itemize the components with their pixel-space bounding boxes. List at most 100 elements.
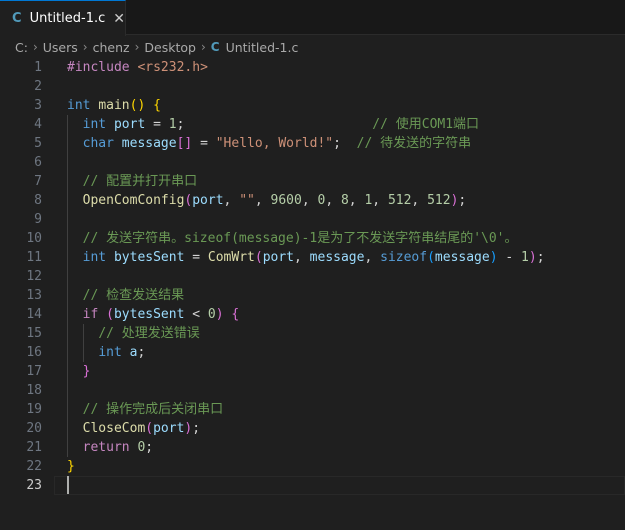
code-token: // 操作完成后关闭串口 xyxy=(82,402,224,417)
code-line[interactable]: 10 // 发送字符串。sizeof(message)-1是为了不发送字符串结尾… xyxy=(0,229,625,248)
code-text: if (bytesSent < 0) { xyxy=(67,305,240,324)
code-text: return 0; xyxy=(67,438,153,457)
code-token: port xyxy=(113,117,146,132)
code-line[interactable]: 17 } xyxy=(0,362,625,381)
line-number: 9 xyxy=(34,212,42,227)
code-token: [] xyxy=(176,136,193,151)
breadcrumb-item-chenz[interactable]: chenz xyxy=(93,40,130,55)
code-line[interactable]: 19 // 操作完成后关闭串口 xyxy=(0,400,625,419)
code-token: { xyxy=(231,307,240,322)
code-line[interactable]: 9 xyxy=(0,210,625,229)
code-token: ; xyxy=(333,136,357,151)
code-token: int xyxy=(67,98,91,113)
code-token: = xyxy=(184,250,208,265)
code-line[interactable]: 15 // 处理发送错误 xyxy=(0,324,625,343)
code-line[interactable]: 5 char message[] = "Hello, World!"; // 待… xyxy=(0,134,625,153)
code-line[interactable]: 4 int port = 1; // 使用COM1端口 xyxy=(0,115,625,134)
code-line[interactable]: 12 xyxy=(0,267,625,286)
code-token: , xyxy=(372,193,388,208)
breadcrumb-item-desktop[interactable]: Desktop xyxy=(144,40,196,55)
breadcrumb-item-users[interactable]: Users xyxy=(43,40,78,55)
code-line[interactable]: 2 xyxy=(0,77,625,96)
tab-untitled-1-c[interactable]: C Untitled-1.c ✕ xyxy=(0,0,126,36)
code-text: int a; xyxy=(67,343,145,362)
code-token: 8 xyxy=(340,193,349,208)
code-token: ( xyxy=(106,307,114,322)
code-token: #include xyxy=(67,60,138,75)
code-line[interactable]: 11 int bytesSent = ComWrt(port, message,… xyxy=(0,248,625,267)
line-number: 4 xyxy=(34,117,42,132)
code-line[interactable]: 18 xyxy=(0,381,625,400)
code-token: message xyxy=(434,250,490,265)
code-token: // 检查发送结果 xyxy=(82,288,185,303)
line-number: 7 xyxy=(34,174,42,189)
code-token: // 配置并打开串口 xyxy=(82,174,198,189)
breadcrumb-item-file[interactable]: Untitled-1.c xyxy=(226,40,299,55)
code-line[interactable]: 23 xyxy=(0,476,625,495)
code-token: { xyxy=(153,98,161,113)
code-text: OpenComConfig(port, "", 9600, 0, 8, 1, 5… xyxy=(67,191,467,210)
code-text: int bytesSent = ComWrt(port, message, si… xyxy=(67,248,545,267)
code-token: ; xyxy=(137,345,146,360)
code-text: // 操作完成后关闭串口 xyxy=(67,400,223,419)
chevron-right-icon: › xyxy=(82,40,88,54)
line-number: 20 xyxy=(26,421,42,436)
code-token: CloseCom xyxy=(82,421,146,436)
code-editor[interactable]: 1 #include <rs232.h> 2 3 int main() {4 int p… xyxy=(0,58,625,530)
code-line[interactable]: 20 CloseCom(port); xyxy=(0,419,625,438)
code-token: ; xyxy=(192,421,201,436)
code-line[interactable]: 1 #include <rs232.h> xyxy=(0,58,625,77)
code-line[interactable]: 14 if (bytesSent < 0) { xyxy=(0,305,625,324)
code-line[interactable]: 7 // 配置并打开串口 xyxy=(0,172,625,191)
current-line-highlight xyxy=(54,476,625,495)
code-token: , xyxy=(325,193,341,208)
line-number: 16 xyxy=(26,345,42,360)
code-token: ) xyxy=(528,250,537,265)
code-token: 512 xyxy=(427,193,451,208)
code-token: if xyxy=(82,307,99,322)
code-text: // 检查发送结果 xyxy=(67,286,184,305)
code-token: OpenComConfig xyxy=(82,193,185,208)
code-token: int xyxy=(98,345,122,360)
code-token: } xyxy=(82,364,91,379)
code-token: <rs232.h> xyxy=(137,60,208,75)
breadcrumb-item-drive[interactable]: C: xyxy=(15,40,28,55)
line-number: 13 xyxy=(26,288,42,303)
code-line[interactable]: 6 xyxy=(0,153,625,172)
code-text: // 配置并打开串口 xyxy=(67,172,197,191)
line-number: 1 xyxy=(34,60,42,75)
close-icon[interactable]: ✕ xyxy=(113,12,125,26)
code-text: int main() { xyxy=(67,96,161,115)
code-token: message xyxy=(121,136,177,151)
code-token: , xyxy=(301,193,318,208)
code-token: ) xyxy=(489,250,498,265)
code-token: 0 xyxy=(207,307,216,322)
code-token: ( xyxy=(427,250,435,265)
line-number: 11 xyxy=(26,250,42,265)
code-line[interactable]: 21 return 0; xyxy=(0,438,625,457)
code-token: () xyxy=(129,98,146,113)
code-line[interactable]: 8 OpenComConfig(port, "", 9600, 0, 8, 1,… xyxy=(0,191,625,210)
line-number: 22 xyxy=(26,459,42,474)
code-token: , xyxy=(223,193,240,208)
code-token: ; xyxy=(176,117,373,132)
code-line[interactable]: 13 // 检查发送结果 xyxy=(0,286,625,305)
code-token: bytesSent xyxy=(113,307,185,322)
code-line[interactable]: 22} xyxy=(0,457,625,476)
code-token: , xyxy=(294,250,310,265)
code-line[interactable]: 16 int a; xyxy=(0,343,625,362)
chevron-right-icon: › xyxy=(134,40,140,54)
code-token: int xyxy=(82,250,107,265)
code-line[interactable]: 3 int main() { xyxy=(0,96,625,115)
code-token: "Hello, World!" xyxy=(215,136,334,151)
